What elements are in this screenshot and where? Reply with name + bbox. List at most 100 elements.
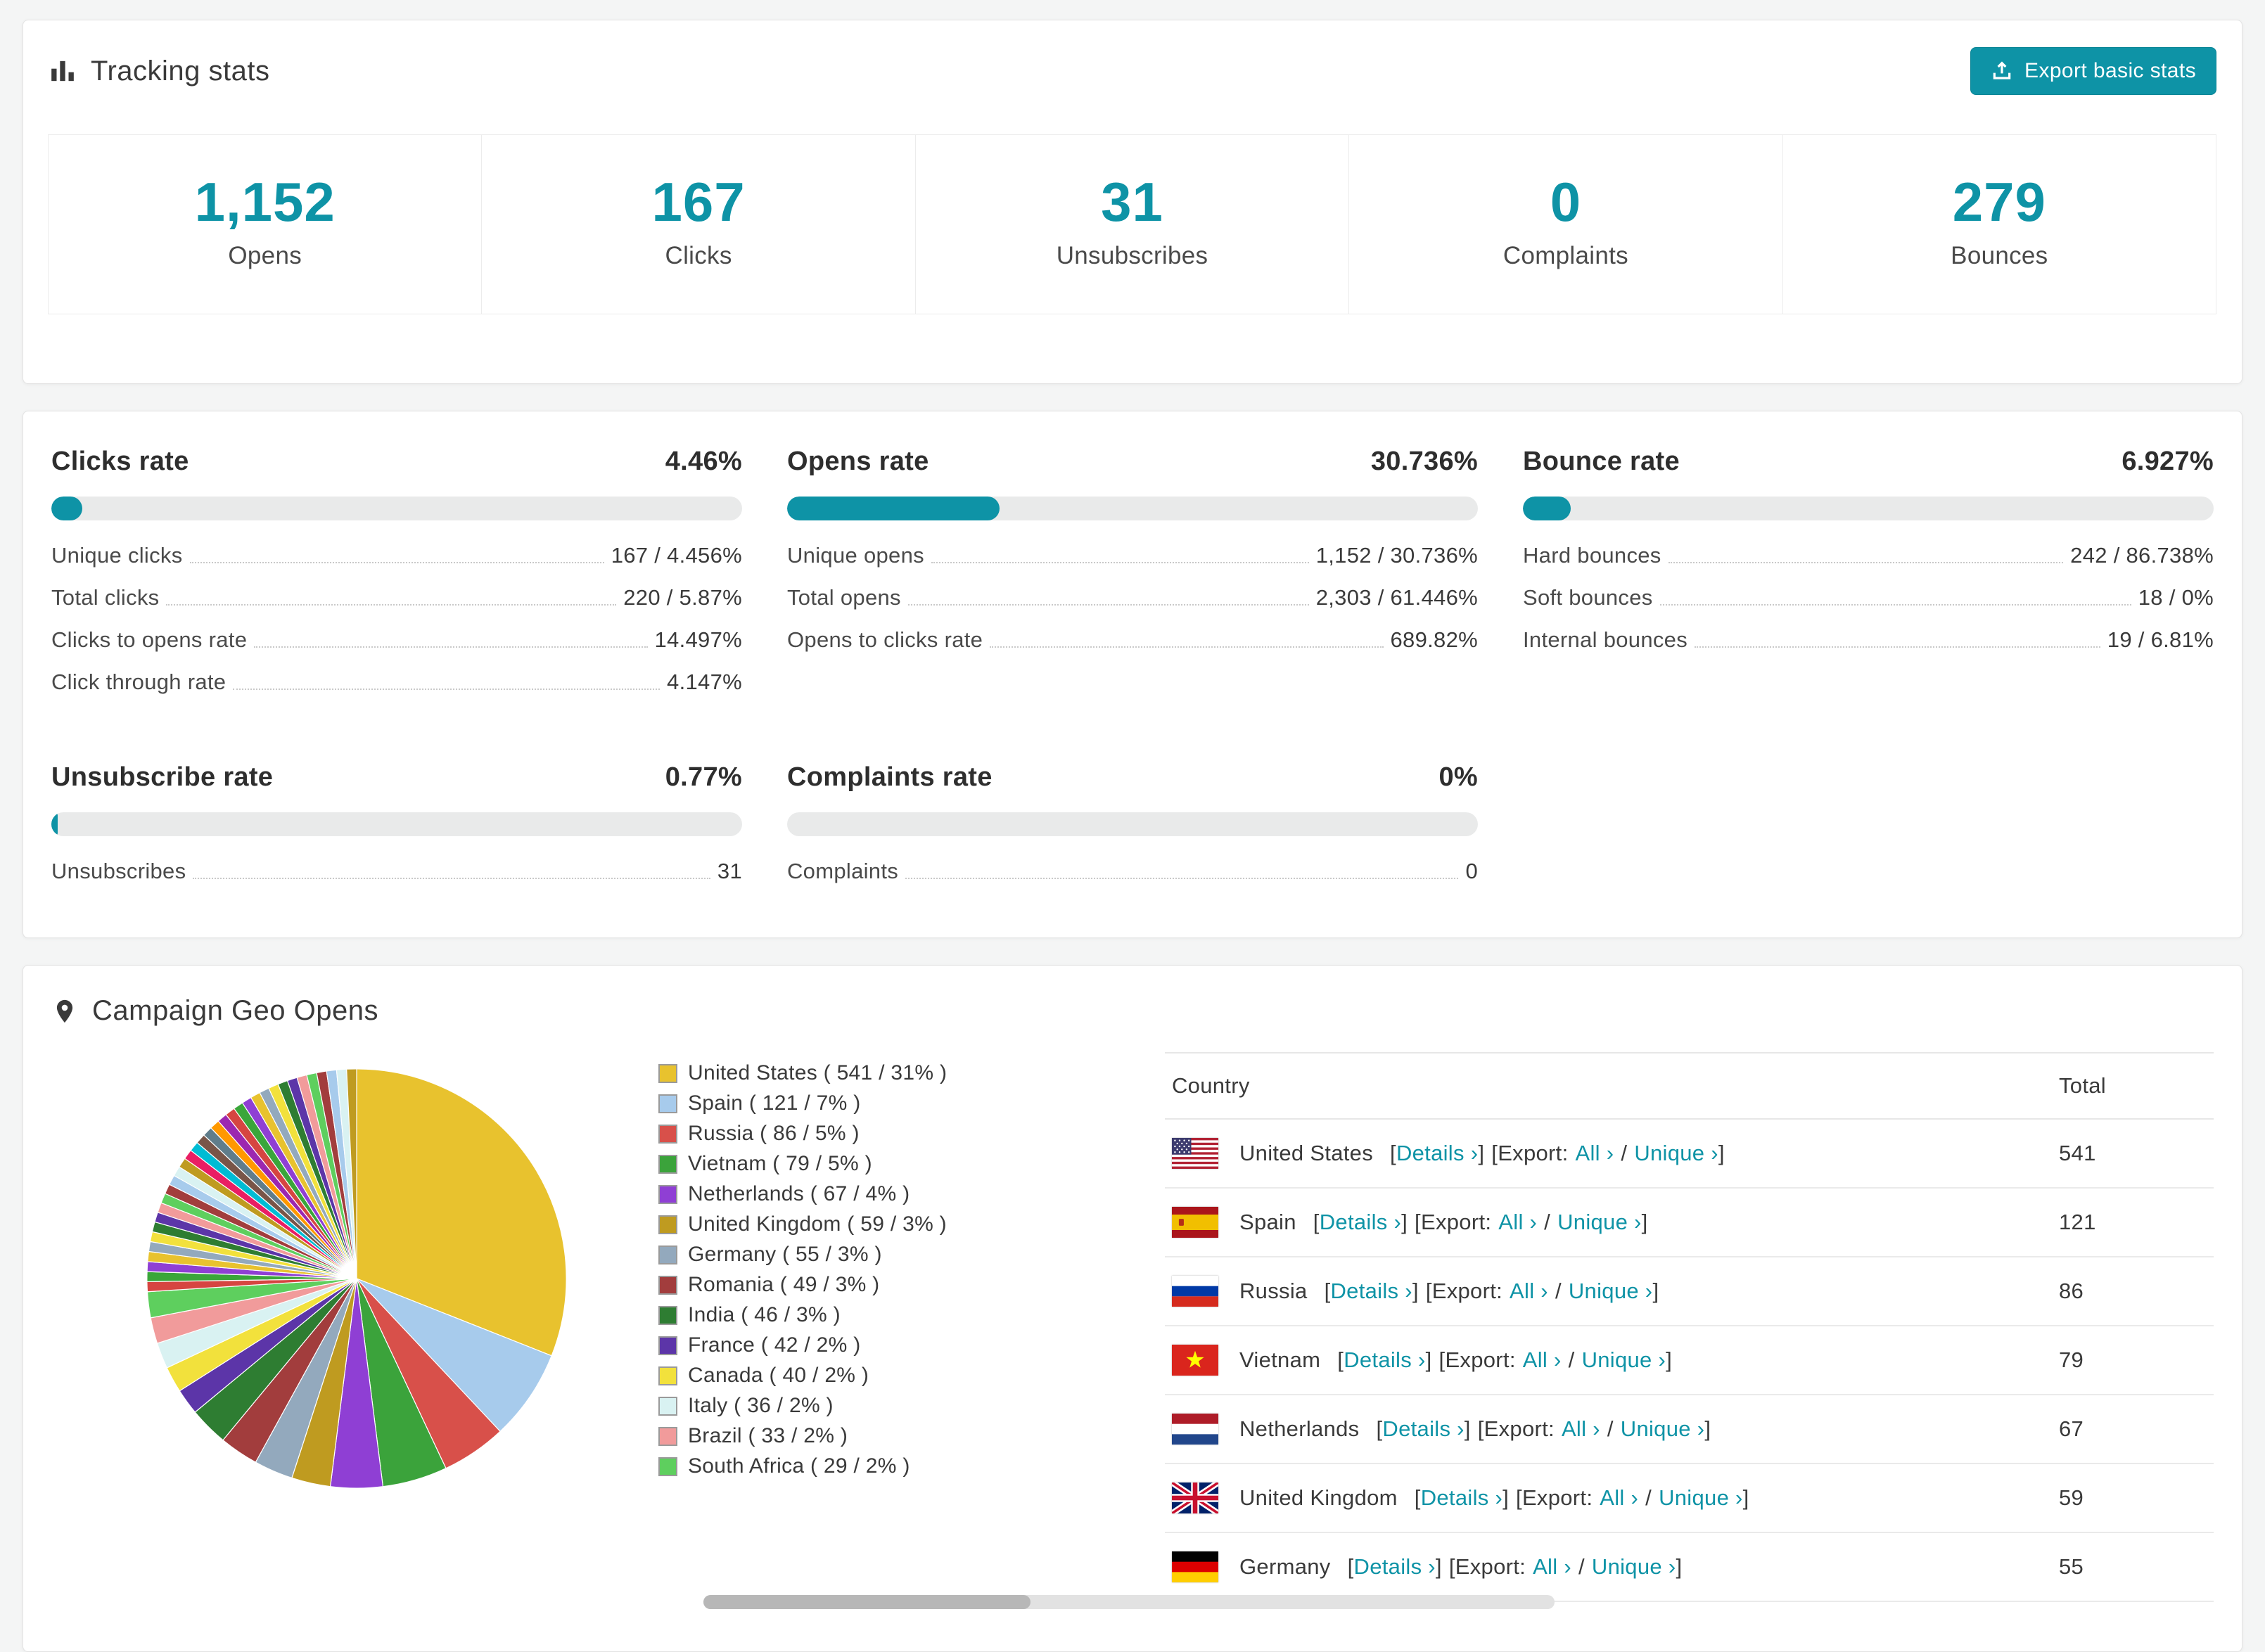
details-link[interactable]: Details ›: [1354, 1554, 1436, 1579]
bracket: ]: [1435, 1554, 1442, 1579]
legend-swatch: [658, 1336, 677, 1355]
details-link[interactable]: Details ›: [1421, 1485, 1502, 1510]
stat-value: 2,303 / 61.446%: [1315, 585, 1478, 610]
rate-rows: Unsubscribes 31: [51, 850, 742, 892]
country-flag-icon: [1172, 1207, 1218, 1238]
geo-table-row: Netherlands [Details ›] [Export: All › / Un…: [1165, 1395, 2214, 1464]
progress-track: [1523, 497, 2214, 520]
bracket: [: [1425, 1279, 1432, 1303]
progress-fill: [51, 497, 82, 520]
export-all-link[interactable]: All ›: [1523, 1347, 1562, 1372]
counters-row: 1,152 Opens 167 Clicks 31 Unsubscribes 0…: [48, 134, 2217, 314]
progress-fill: [1523, 497, 1571, 520]
rate-block: Opens rate 30.736% Unique opens 1,152 / …: [787, 447, 1478, 703]
rate-title: Clicks rate: [51, 447, 189, 476]
legend-swatch: [658, 1275, 677, 1295]
bracket: ]: [1425, 1347, 1432, 1372]
dotted-leader: [931, 562, 1309, 563]
stat-label: Unsubscribes: [51, 859, 186, 883]
rate-value: 0%: [1438, 762, 1478, 792]
export-unique-link[interactable]: Unique ›: [1634, 1141, 1718, 1165]
export-unique-link[interactable]: Unique ›: [1621, 1416, 1705, 1441]
details-link[interactable]: Details ›: [1330, 1279, 1412, 1303]
bracket: ]: [1464, 1416, 1471, 1441]
stat-value: 0: [1465, 859, 1478, 883]
pie-chart-svg: [146, 1068, 567, 1489]
legend-item: South Africa ( 29 / 2% ): [658, 1455, 1165, 1478]
stat-row: Total opens 2,303 / 61.446%: [787, 577, 1478, 619]
progress-track: [51, 812, 742, 836]
details-link[interactable]: Details ›: [1382, 1416, 1464, 1441]
geo-pie-chart: [51, 1052, 658, 1494]
horizontal-scrollbar-thumb[interactable]: [703, 1595, 1031, 1609]
export-unique-link[interactable]: Unique ›: [1659, 1485, 1743, 1510]
export-all-link[interactable]: All ›: [1562, 1416, 1600, 1441]
legend-swatch: [658, 1456, 677, 1476]
export-all-link[interactable]: All ›: [1510, 1279, 1548, 1303]
bracket: [: [1337, 1347, 1344, 1372]
export-basic-stats-button[interactable]: Export basic stats: [1970, 47, 2216, 95]
country-flag-icon: [1172, 1414, 1218, 1445]
geo-table: Country Total United States [Details ›] …: [1165, 1052, 2214, 1602]
counter-value: 31: [1101, 171, 1163, 233]
country-flag-icon: [1172, 1276, 1218, 1307]
country-total: 121: [2052, 1188, 2214, 1257]
legend-label: Brazil ( 33 / 2% ): [688, 1424, 848, 1447]
stat-row: Unsubscribes 31: [51, 850, 742, 892]
bracket: ]: [1401, 1210, 1408, 1234]
horizontal-scrollbar[interactable]: [703, 1595, 1555, 1609]
stat-row: Unique clicks 167 / 4.456%: [51, 534, 742, 577]
rate-title: Complaints rate: [787, 762, 993, 792]
geo-table-row: Russia [Details ›] [Export: All › / Unique …: [1165, 1257, 2214, 1326]
stat-label: Unique clicks: [51, 543, 183, 568]
legend-item: Romania ( 49 / 3% ): [658, 1274, 1165, 1296]
export-label: Export:: [1455, 1554, 1526, 1579]
counter-label: Bounces: [1951, 242, 2048, 269]
counter-value: 1,152: [194, 171, 336, 233]
export-group: [Export: All › / Unique ›]: [1491, 1141, 1725, 1166]
counter-box: 1,152 Opens: [48, 134, 483, 314]
legend-swatch: [658, 1305, 677, 1325]
details-link[interactable]: Details ›: [1320, 1210, 1401, 1234]
country-flag-icon: [1172, 1551, 1218, 1582]
legend-swatch: [658, 1184, 677, 1204]
export-all-link[interactable]: All ›: [1498, 1210, 1537, 1234]
country-total: 79: [2052, 1326, 2214, 1395]
details-group: [Details ›]: [1390, 1141, 1484, 1166]
bracket: [: [1491, 1141, 1498, 1165]
stat-row: Total clicks 220 / 5.87%: [51, 577, 742, 619]
legend-label: Spain ( 121 / 7% ): [688, 1091, 861, 1115]
stat-label: Opens to clicks rate: [787, 627, 983, 652]
tracking-stats-title: Tracking stats: [49, 56, 269, 87]
progress-fill: [51, 812, 58, 836]
export-all-link[interactable]: All ›: [1600, 1485, 1638, 1510]
export-all-link[interactable]: All ›: [1576, 1141, 1614, 1165]
geo-table-row: Spain [Details ›] [Export: All › / Unique ›…: [1165, 1188, 2214, 1257]
bracket: [: [1477, 1416, 1484, 1441]
bracket: [: [1516, 1485, 1522, 1510]
stat-row: Internal bounces 19 / 6.81%: [1523, 619, 2214, 661]
legend-item: Italy ( 36 / 2% ): [658, 1395, 1165, 1417]
bracket: ]: [1742, 1485, 1749, 1510]
export-unique-link[interactable]: Unique ›: [1557, 1210, 1642, 1234]
dotted-leader: [233, 689, 661, 690]
details-group: [Details ›]: [1415, 1485, 1509, 1511]
tracking-stats-card: Tracking stats Export basic stats 1,152 …: [23, 20, 2242, 384]
stat-label: Complaints: [787, 859, 899, 883]
legend-label: United Kingdom ( 59 / 3% ): [688, 1212, 947, 1236]
counter-box: 0 Complaints: [1348, 134, 1783, 314]
stat-value: 4.147%: [667, 670, 742, 694]
export-unique-link[interactable]: Unique ›: [1582, 1347, 1666, 1372]
country-name: United States: [1239, 1141, 1374, 1165]
bracket: ]: [1676, 1554, 1683, 1579]
export-unique-link[interactable]: Unique ›: [1592, 1554, 1676, 1579]
export-label: Export:: [1445, 1347, 1516, 1372]
bracket: [: [1414, 1485, 1421, 1510]
country-name: Germany: [1239, 1554, 1331, 1579]
details-link[interactable]: Details ›: [1344, 1347, 1425, 1372]
export-all-link[interactable]: All ›: [1533, 1554, 1571, 1579]
export-unique-link[interactable]: Unique ›: [1569, 1279, 1653, 1303]
stat-value: 220 / 5.87%: [623, 585, 742, 610]
details-link[interactable]: Details ›: [1396, 1141, 1478, 1165]
slash-separator: /: [1544, 1210, 1551, 1234]
